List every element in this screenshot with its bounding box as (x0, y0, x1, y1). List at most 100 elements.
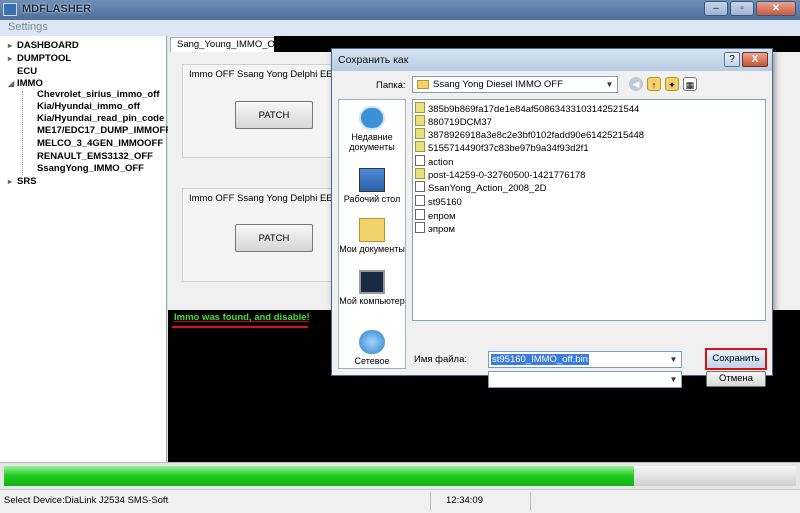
file-icon (415, 155, 425, 166)
computer-icon (359, 270, 385, 294)
documents-folder-icon (359, 218, 385, 242)
tree-item-label: SRS (17, 176, 37, 187)
file-icon (415, 209, 425, 220)
up-folder-icon[interactable]: ↑ (647, 77, 661, 91)
file-name: 5155714490f37c83be97b9a34f93d2f1 (428, 143, 589, 154)
log-message: Immo was found, and disable! (174, 312, 310, 323)
expand-icon[interactable]: ▸ (8, 53, 17, 65)
file-item[interactable]: action (415, 155, 453, 168)
cancel-button[interactable]: Отмена (706, 371, 766, 387)
app-icon (3, 3, 17, 16)
window-controls: – ▫ ✕ (704, 1, 796, 17)
nav-tree: ▸ DASHBOARD ▸ DUMPTOOL ECU ◢ IMMO Chevrolet… (0, 36, 171, 462)
view-menu-icon[interactable]: ▦ (683, 77, 697, 91)
file-item[interactable]: st95160 (415, 195, 462, 208)
dialog-toolbar: ◀ ↑ ✦ ▦ (629, 77, 697, 91)
tree-item-kia-pin[interactable]: Kia/Hyundai_read_pin_code (37, 113, 164, 125)
chevron-down-icon[interactable]: ▼ (666, 372, 681, 387)
menu-settings[interactable]: Settings (8, 21, 48, 33)
file-item[interactable]: эпром (415, 222, 455, 235)
dialog-titlebar: Сохранить как ? X (332, 49, 772, 71)
tree-item-kia-immo[interactable]: Kia/Hyundai_immo_off (37, 101, 140, 113)
save-button[interactable]: Сохранить (705, 348, 767, 370)
tree-item-renault[interactable]: RENAULT_EMS3132_OFF (37, 151, 153, 163)
menu-bar: Settings (0, 20, 800, 37)
folder-select[interactable]: Ssang Yong Diesel IMMO OFF ▼ (412, 76, 618, 93)
file-name: 385b9b869fa17de1e84af5086343310314252154… (428, 104, 640, 115)
folder-label: Папка: (376, 80, 406, 91)
maximize-button[interactable]: ▫ (730, 1, 754, 16)
status-bar: Select Device:DiaLink J2534 SMS-Soft 12:… (0, 489, 800, 513)
help-button[interactable]: ? (724, 52, 740, 67)
patch-button-1[interactable]: PATCH (235, 101, 313, 129)
file-icon (415, 222, 425, 233)
tree-item-ssangyong[interactable]: SsangYong_IMMO_OFF (37, 163, 144, 175)
back-icon[interactable]: ◀ (629, 77, 643, 91)
filename-input[interactable]: st95160_IMMO_off.bin ▼ (488, 351, 682, 368)
clock-icon (359, 106, 385, 130)
tree-item-dashboard[interactable]: ▸ DASHBOARD (8, 40, 79, 52)
close-button[interactable]: ✕ (756, 1, 796, 16)
tree-item-label: IMMO (17, 78, 43, 89)
status-time: 12:34:09 (446, 495, 483, 506)
place-desktop[interactable]: Рабочий стол (339, 168, 405, 204)
file-item[interactable]: 5155714490f37c83be97b9a34f93d2f1 (415, 141, 589, 154)
file-icon (415, 128, 425, 139)
file-item[interactable]: 880719DCM37 (415, 115, 492, 128)
filename-label: Имя файла: (414, 354, 468, 365)
new-folder-icon[interactable]: ✦ (665, 77, 679, 91)
file-item[interactable]: post-14259-0-32760500-1421776178 (415, 168, 585, 181)
minimize-button[interactable]: – (704, 1, 728, 16)
file-item[interactable]: SsanYong_Action_2008_2D (415, 181, 547, 194)
expand-icon[interactable]: ▸ (8, 176, 17, 188)
tree-item-label: ECU (17, 66, 38, 77)
expand-icon[interactable]: ▸ (8, 40, 17, 52)
file-name: епром (428, 211, 456, 222)
tree-item-me17[interactable]: ME17/EDC17_DUMP_IMMOFF (37, 125, 171, 137)
file-icon (415, 102, 425, 113)
dialog-close-button[interactable]: X (742, 52, 768, 67)
dialog-body: Папка: Ssang Yong Diesel IMMO OFF ▼ ◀ ↑ … (332, 71, 772, 388)
file-icon (415, 115, 425, 126)
places-bar: Недавние документы Рабочий стол Мои доку… (338, 99, 406, 369)
place-label: Мой компьютер (339, 296, 405, 306)
dialog-title: Сохранить как (338, 54, 409, 66)
file-name: post-14259-0-32760500-1421776178 (428, 170, 586, 181)
tree-connector (22, 91, 23, 175)
save-as-dialog: Сохранить как ? X Папка: Ssang Yong Dies… (331, 48, 773, 388)
chevron-down-icon[interactable]: ▼ (666, 352, 681, 367)
place-network[interactable]: Сетевое (339, 330, 405, 366)
file-icon (415, 195, 425, 206)
file-icon (415, 168, 425, 179)
filetype-select[interactable]: ▼ (488, 371, 682, 388)
file-name: 3878926918a3e8c2e3bf0102fadd90e614252154… (428, 130, 645, 141)
place-label: Мои документы (339, 244, 405, 254)
file-item[interactable]: епром (415, 209, 456, 222)
status-device: Select Device:DiaLink J2534 SMS-Soft (4, 495, 169, 506)
chevron-down-icon[interactable]: ▼ (602, 77, 617, 92)
collapse-icon[interactable]: ◢ (8, 78, 17, 90)
file-name: SsanYong_Action_2008_2D (428, 183, 547, 194)
tree-item-srs[interactable]: ▸ SRS (8, 176, 37, 188)
patch-button-2[interactable]: PATCH (235, 224, 313, 252)
tree-item-dumptool[interactable]: ▸ DUMPTOOL (8, 53, 71, 65)
file-item[interactable]: 385b9b869fa17de1e84af5086343310314252154… (415, 102, 639, 115)
tree-item-chevrolet[interactable]: Chevrolet_sirius_immo_off (37, 89, 159, 101)
place-documents[interactable]: Мои документы (339, 218, 405, 254)
progress-fill (4, 466, 634, 486)
progress-remainder (634, 466, 796, 486)
file-icon (415, 141, 425, 152)
file-name: эпром (428, 224, 456, 235)
log-highlight (172, 326, 308, 328)
place-computer[interactable]: Мой компьютер (339, 270, 405, 306)
tree-item-ecu[interactable]: ECU (8, 66, 37, 78)
tree-item-melco[interactable]: MELCO_3_4GEN_IMMOOFF (37, 138, 163, 150)
tree-item-label: DUMPTOOL (17, 53, 72, 64)
file-list[interactable]: 385b9b869fa17de1e84af5086343310314252154… (412, 99, 766, 321)
status-separator (530, 492, 531, 510)
window-titlebar: MDFLASHER – ▫ ✕ (0, 0, 800, 20)
folder-value: Ssang Yong Diesel IMMO OFF (433, 79, 563, 90)
window-title: MDFLASHER (22, 3, 92, 15)
file-item[interactable]: 3878926918a3e8c2e3bf0102fadd90e614252154… (415, 128, 644, 141)
place-recent[interactable]: Недавние документы (339, 106, 405, 152)
